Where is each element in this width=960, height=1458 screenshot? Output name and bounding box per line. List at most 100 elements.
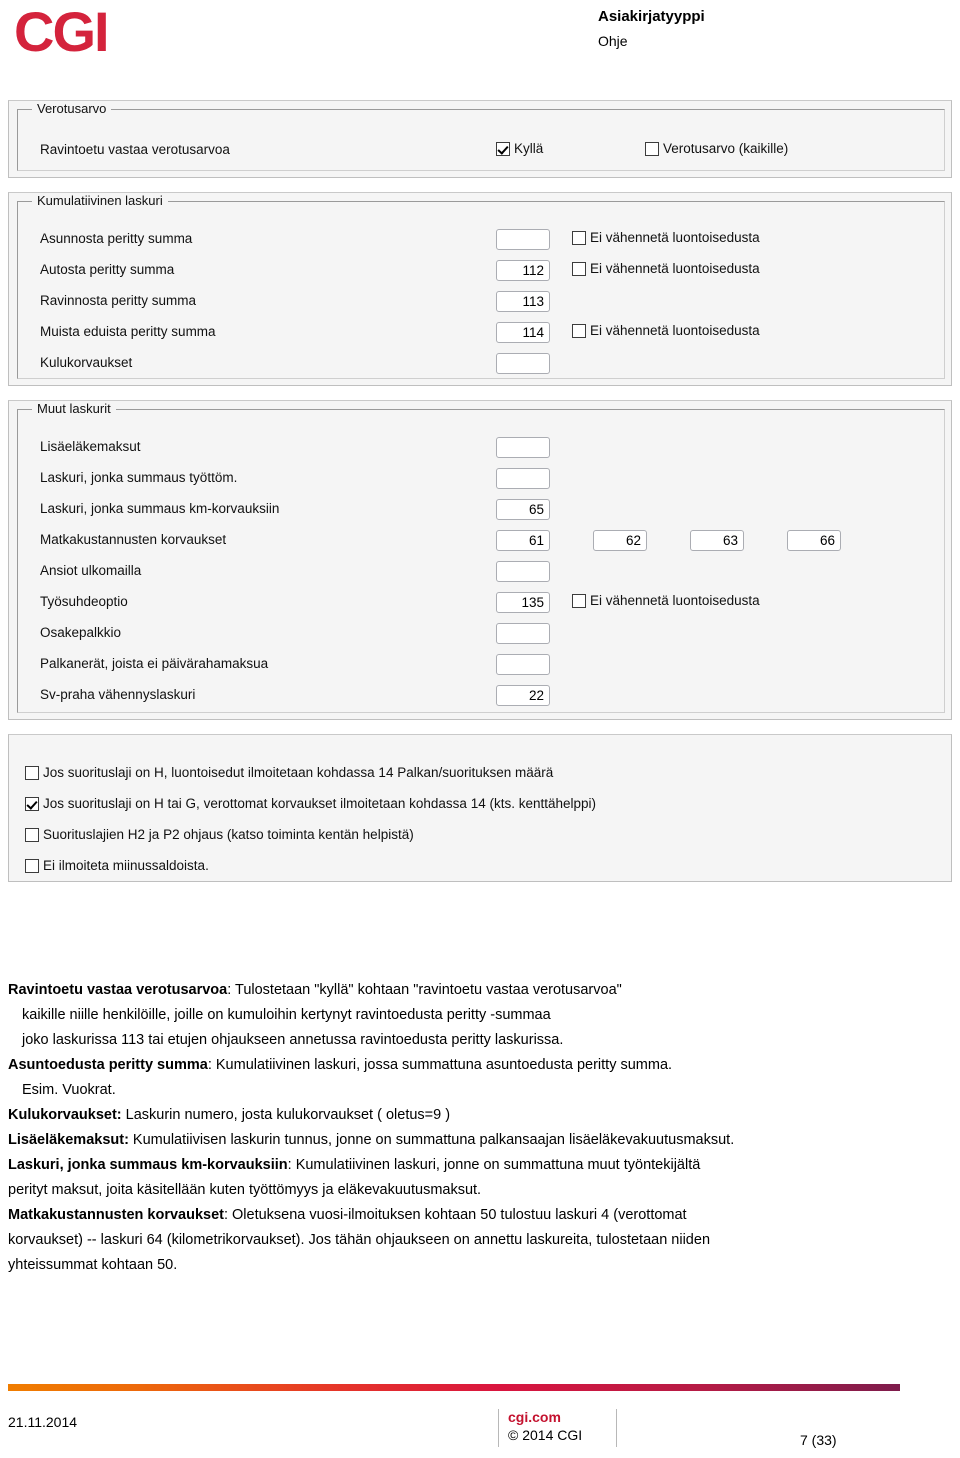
checkbox-label: Verotusarvo (kaikille) <box>663 141 789 156</box>
paragraph-ravintoetu: Ravintoetu vastaa verotusarvoa: Tulostet… <box>8 978 928 1003</box>
row-label: Ravinnosta peritty summa <box>40 293 197 308</box>
paragraph-ravintoetu-line2: kaikille niille henkilöille, joille on k… <box>22 1007 551 1023</box>
checkbox-suorituslajien-h2-p2-ohjaus[interactable]: Suorituslajien H2 ja P2 ohjaus (katso to… <box>25 827 414 842</box>
checkbox-box-icon[interactable] <box>572 262 586 276</box>
input-asunnosta-peritty-summa[interactable] <box>496 229 550 250</box>
checkbox-suorituslaji-h-luontoisedut[interactable]: Jos suorituslaji on H, luontoisedut ilmo… <box>25 765 553 780</box>
input-muista-eduista-peritty-summa[interactable]: 114 <box>496 322 550 343</box>
term-matkakustannusten-rest: : Oletuksena vuosi-ilmoituksen kohtaan 5… <box>223 1207 687 1223</box>
checkbox-suorituslaji-h-tai-g-verottomat[interactable]: Jos suorituslaji on H tai G, verottomat … <box>25 796 596 811</box>
checkbox-label: Ei vähennetä luontoisedusta <box>590 593 760 608</box>
row-label: Ansiot ulkomailla <box>40 563 142 578</box>
document-type-label: Asiakirjatyyppi <box>598 8 705 25</box>
row-label: Kulukorvaukset <box>40 355 133 370</box>
paragraph-asuntoedusta: Asuntoedusta peritty summa: Kumulatiivin… <box>8 1053 928 1078</box>
groupbox-kumulatiivinen-laskuri: Kumulatiivinen laskuri Asunnosta peritty… <box>17 193 945 379</box>
page-header: CGI Asiakirjatyyppi Ohje <box>0 0 960 92</box>
form-row-laskuri-summaus-tyottom: Laskuri, jonka summaus työttöm. <box>18 468 944 490</box>
footer-divider-left <box>498 1409 499 1447</box>
input-laskuri-summaus-tyottom[interactable] <box>496 468 550 489</box>
checkbox-label: Kyllä <box>514 141 544 156</box>
row-label: Asunnosta peritty summa <box>40 231 193 246</box>
groupbox-muut-laskurit: Muut laskurit Lisäeläkemaksut Laskuri, j… <box>17 401 945 713</box>
checkbox-box-icon[interactable] <box>25 828 39 842</box>
panel-kumulatiivinen-laskuri: Kumulatiivinen laskuri Asunnosta peritty… <box>8 192 952 386</box>
term-ravintoetu: Ravintoetu vastaa verotusarvoa <box>8 982 228 998</box>
input-autosta-peritty-summa[interactable]: 112 <box>496 260 550 281</box>
input-matkakustannusten-korvaukset-4[interactable]: 66 <box>787 530 841 551</box>
row-label: Sv-praha vähennyslaskuri <box>40 687 196 702</box>
input-laskuri-summaus-km-korvauksiin[interactable]: 65 <box>496 499 550 520</box>
term-laskuri-km: Laskuri, jonka summaus km-korvauksiin <box>8 1157 288 1173</box>
row-label: Osakepalkkio <box>40 625 122 640</box>
checkbox-kylla[interactable]: Kyllä <box>496 141 543 156</box>
input-sv-praha-vahennyslaskuri[interactable]: 22 <box>496 685 550 706</box>
input-lisaelakemaksut[interactable] <box>496 437 550 458</box>
paragraph-laskuri-km-line2: perityt maksut, joita käsitellään kuten … <box>8 1182 482 1198</box>
form-row-matkakustannusten-korvaukset: Matkakustannusten korvaukset 61 62 63 66 <box>18 530 944 552</box>
paragraph-kulukorvaukset: Kulukorvaukset: Laskurin numero, josta k… <box>8 1103 928 1128</box>
document-type-value: Ohje <box>598 33 628 49</box>
checkbox-label: Ei vähennetä luontoisedusta <box>590 230 760 245</box>
input-matkakustannusten-korvaukset-1[interactable]: 61 <box>496 530 550 551</box>
term-lisaelakemaksut: Lisäeläkemaksut: <box>8 1132 129 1148</box>
form-row-tyosuhdeoptio: Työsuhdeoptio 135 Ei vähennetä luontoise… <box>18 592 944 614</box>
checkbox-box-icon[interactable] <box>496 142 510 156</box>
checkbox-ei-vahenneta-luontoisedusta-1[interactable]: Ei vähennetä luontoisedusta <box>572 230 760 245</box>
form-row-asunnosta-peritty-summa: Asunnosta peritty summa Ei vähennetä luo… <box>18 229 944 251</box>
term-kulukorvaukset: Kulukorvaukset: <box>8 1107 122 1123</box>
form-row-kulukorvaukset: Kulukorvaukset <box>18 353 944 375</box>
input-matkakustannusten-korvaukset-2[interactable]: 62 <box>593 530 647 551</box>
checkbox-verotusarvo-kaikille[interactable]: Verotusarvo (kaikille) <box>645 141 788 156</box>
form-row-ravinnosta-peritty-summa: Ravinnosta peritty summa 113 <box>18 291 944 313</box>
embedded-form-screenshot: Verotusarvo Ravintoetu vastaa verotusarv… <box>8 100 952 896</box>
input-kulukorvaukset[interactable] <box>496 353 550 374</box>
footer-page-number: 7 (33) <box>800 1432 837 1448</box>
checkbox-box-icon[interactable] <box>572 324 586 338</box>
footer-brand: cgi.com © 2014 CGI <box>508 1408 604 1444</box>
row-label: Palkanerät, joista ei päivärahamaksua <box>40 656 269 671</box>
checkbox-ei-vahenneta-luontoisedusta-4[interactable]: Ei vähennetä luontoisedusta <box>572 593 760 608</box>
term-laskuri-km-rest: : Kumulatiivinen laskuri, jonne on summa… <box>287 1157 701 1173</box>
checkbox-label: Ei ilmoiteta miinussaldoista. <box>43 858 209 873</box>
term-lisaelakemaksut-rest: Kumulatiivisen laskurin tunnus, jonne on… <box>128 1132 735 1148</box>
groupbox-ohjausvalinnat: Jos suorituslaji on H, luontoisedut ilmo… <box>17 743 945 875</box>
groupbox-legend-kumulatiivinen-laskuri: Kumulatiivinen laskuri <box>32 193 168 208</box>
checkbox-ei-vahenneta-luontoisedusta-2[interactable]: Ei vähennetä luontoisedusta <box>572 261 760 276</box>
checkbox-ei-ilmoiteta-miinussaldoista[interactable]: Ei ilmoiteta miinussaldoista. <box>25 858 209 873</box>
checkbox-box-icon[interactable] <box>572 231 586 245</box>
checkbox-box-icon[interactable] <box>25 797 39 811</box>
row-label: Muista eduista peritty summa <box>40 324 216 339</box>
panel-muut-laskurit: Muut laskurit Lisäeläkemaksut Laskuri, j… <box>8 400 952 720</box>
groupbox-verotusarvo: Verotusarvo Ravintoetu vastaa verotusarv… <box>17 101 945 171</box>
input-palkanerat[interactable] <box>496 654 550 675</box>
paragraph-lisaelakemaksut: Lisäeläkemaksut: Kumulatiivisen laskurin… <box>8 1128 928 1153</box>
groupbox-legend-verotusarvo: Verotusarvo <box>32 101 112 116</box>
checkbox-box-icon[interactable] <box>25 859 39 873</box>
form-row-autosta-peritty-summa: Autosta peritty summa 112 Ei vähennetä l… <box>18 260 944 282</box>
input-ansiot-ulkomailla[interactable] <box>496 561 550 582</box>
row-label: Laskuri, jonka summaus km-korvauksiin <box>40 501 280 516</box>
checkbox-label: Jos suorituslaji on H tai G, verottomat … <box>43 796 597 811</box>
checkbox-label: Ei vähennetä luontoisedusta <box>590 261 760 276</box>
term-asuntoedusta-rest: : Kumulatiivinen laskuri, jossa summattu… <box>207 1057 673 1073</box>
cgi-logo: CGI <box>14 0 110 63</box>
form-row-palkanerat: Palkanerät, joista ei päivärahamaksua <box>18 654 944 676</box>
footer-site-link[interactable]: cgi.com <box>508 1408 604 1426</box>
checkbox-box-icon[interactable] <box>25 766 39 780</box>
paragraph-matkakustannusten-line2: korvaukset) -- laskuri 64 (kilometrikorv… <box>8 1232 711 1248</box>
checkbox-ei-vahenneta-luontoisedusta-3[interactable]: Ei vähennetä luontoisedusta <box>572 323 760 338</box>
checkbox-box-icon[interactable] <box>645 142 659 156</box>
footer-copyright: © 2014 CGI <box>508 1427 583 1443</box>
checkbox-box-icon[interactable] <box>572 594 586 608</box>
form-row-ravintoetu: Ravintoetu vastaa verotusarvoa Kyllä Ver… <box>18 140 944 162</box>
row-label: Laskuri, jonka summaus työttöm. <box>40 470 238 485</box>
checkbox-label: Jos suorituslaji on H, luontoisedut ilmo… <box>43 765 554 780</box>
input-osakepalkkio[interactable] <box>496 623 550 644</box>
input-tyosuhdeoptio[interactable]: 135 <box>496 592 550 613</box>
label-ravintoetu-vastaa-verotusarvoa: Ravintoetu vastaa verotusarvoa <box>40 142 230 157</box>
form-row-lisaelakemaksut: Lisäeläkemaksut <box>18 437 944 459</box>
help-text-body: Ravintoetu vastaa verotusarvoa: Tulostet… <box>8 978 928 1278</box>
input-ravinnosta-peritty-summa[interactable]: 113 <box>496 291 550 312</box>
input-matkakustannusten-korvaukset-3[interactable]: 63 <box>690 530 744 551</box>
